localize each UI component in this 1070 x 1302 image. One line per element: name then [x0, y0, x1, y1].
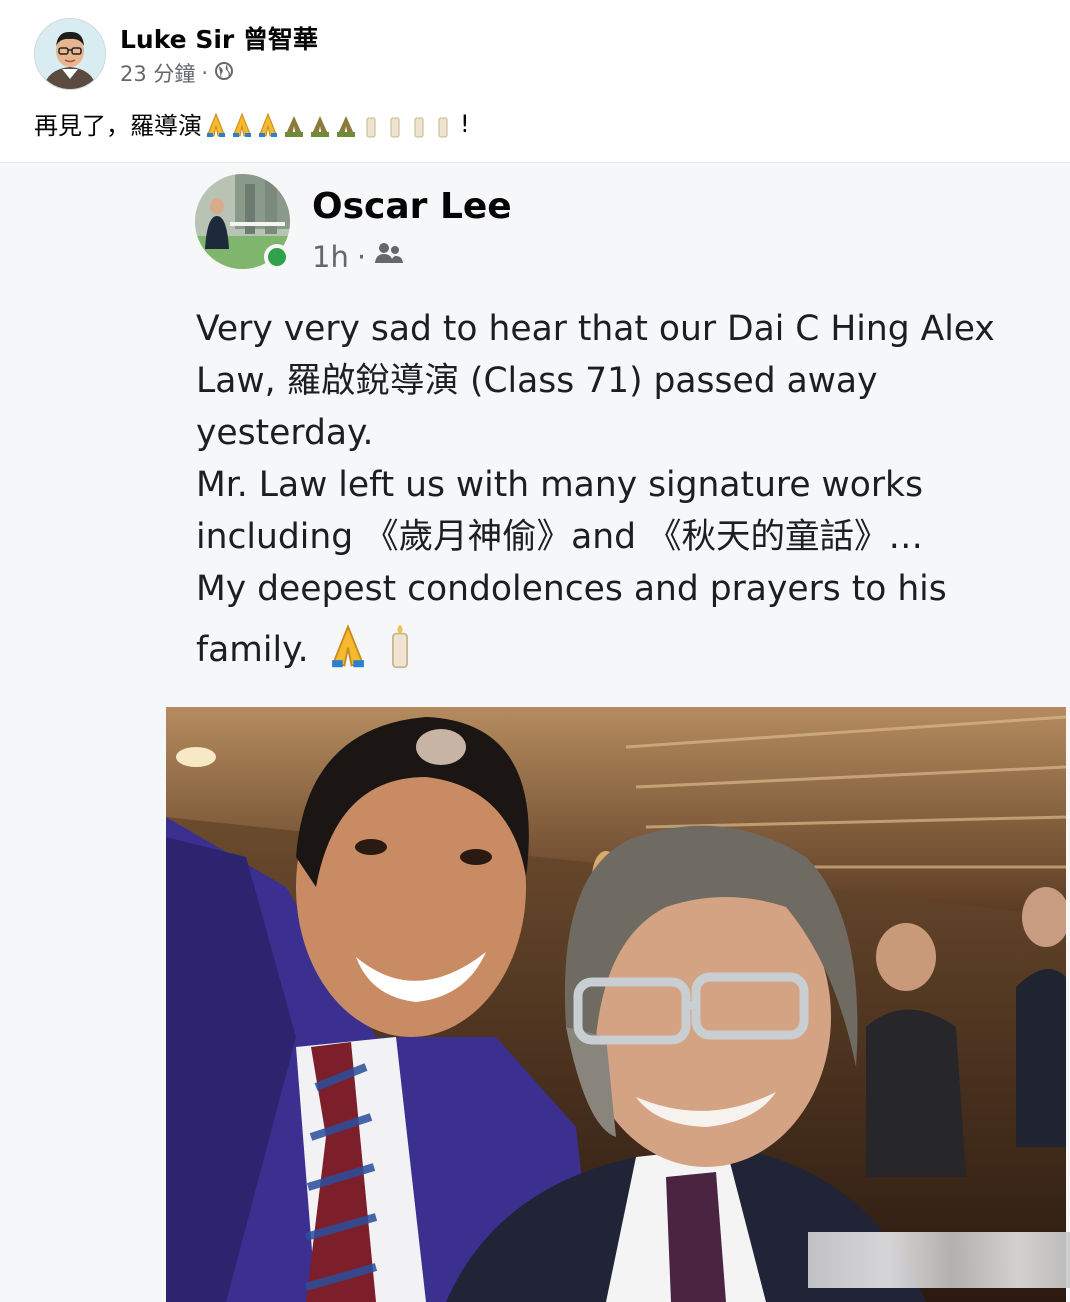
body-line: Mr. Law left us with many signature work… [196, 465, 924, 505]
candle-icon [390, 117, 400, 137]
body-line: Law, 羅啟銳導演 (Class 71) passed away [196, 361, 878, 401]
shared-author-name[interactable]: Oscar Lee [312, 186, 512, 227]
folded-hands-icon [311, 115, 329, 137]
friends-icon[interactable] [374, 240, 404, 274]
body-line-last: family. [196, 623, 1036, 676]
folded-hands-icon [285, 115, 303, 137]
shared-post-meta: 1h · [312, 240, 404, 274]
meta-separator: · [201, 61, 209, 85]
body-line: Very very sad to hear that our Dai C Hin… [196, 309, 995, 349]
body-line: including 《歲月神偷》and 《秋天的童話》… [196, 517, 923, 557]
shared-post-body: Very very sad to hear that our Dai C Hin… [196, 303, 1036, 676]
globe-icon[interactable] [214, 61, 234, 86]
candle-icon [438, 117, 448, 137]
post-meta: 23 分鐘 · [120, 58, 234, 88]
post-message: 再見了，羅導演 [34, 112, 202, 140]
outer-post: Luke Sir 曾智華 23 分鐘 · 再見了，羅導演 ! [0, 0, 1070, 163]
folded-hands-icon [331, 624, 364, 668]
folded-hands-icon [259, 112, 277, 137]
author-name[interactable]: Luke Sir 曾智華 [120, 20, 318, 56]
folded-hands-icon [207, 112, 225, 137]
candle-icon [414, 117, 424, 137]
emoji-row: ! [204, 110, 470, 138]
online-status-indicator [264, 244, 290, 270]
folded-hands-icon [233, 112, 251, 137]
body-line: My deepest condolences and prayers to hi… [196, 569, 947, 609]
shared-post-time[interactable]: 1h [312, 240, 349, 274]
folded-hands-icon [337, 115, 355, 137]
post-text: 再見了，羅導演 ! [34, 106, 470, 141]
meta-separator: · [356, 240, 367, 274]
body-line: family. [196, 630, 309, 670]
body-line: yesterday. [196, 413, 374, 453]
post-photo[interactable] [166, 707, 1066, 1302]
post-time[interactable]: 23 分鐘 [120, 58, 195, 88]
watermark-blur [808, 1232, 1070, 1288]
author-avatar[interactable] [34, 18, 106, 90]
candle-icon [392, 624, 409, 669]
candle-icon [366, 117, 376, 137]
